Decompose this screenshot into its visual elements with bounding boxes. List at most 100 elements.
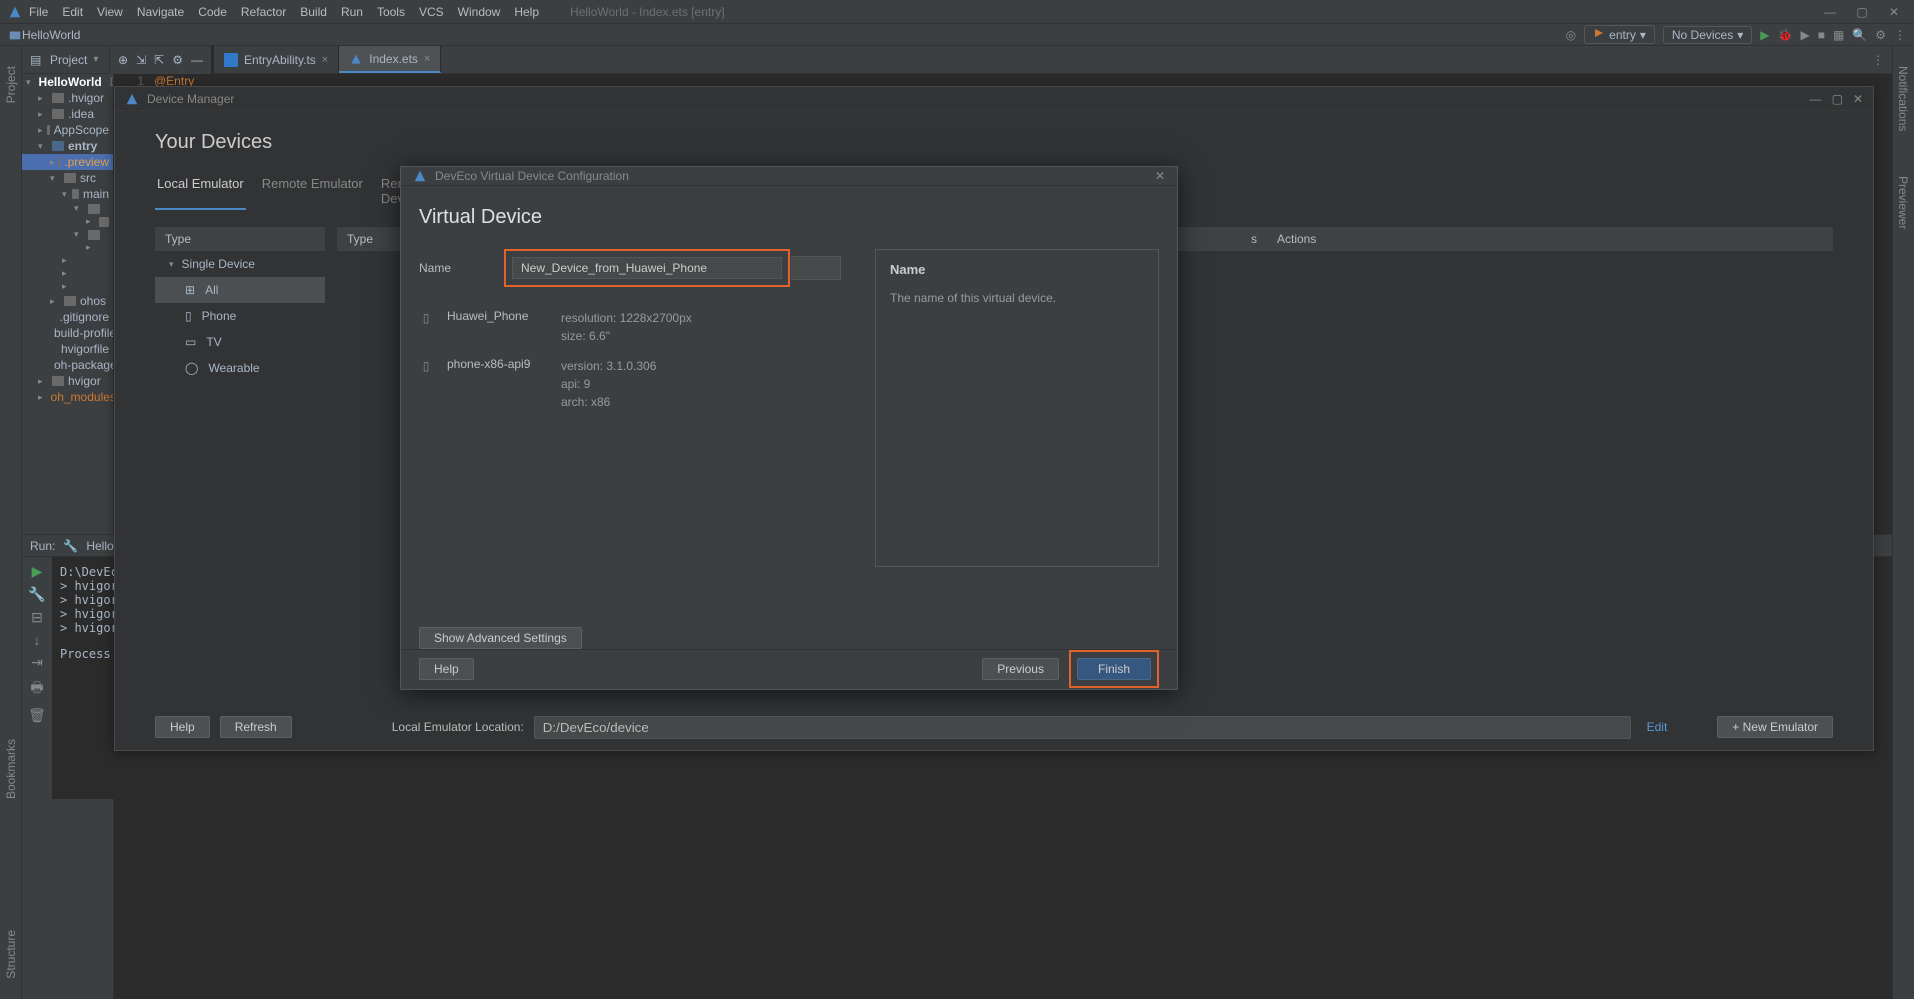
stop-icon[interactable]: 🔧 xyxy=(28,586,45,603)
tree-sub5[interactable]: ▸ xyxy=(22,254,113,267)
more-icon[interactable]: ⋮ xyxy=(1894,28,1906,42)
vdc-help-button[interactable]: Help xyxy=(419,658,474,680)
menu-view[interactable]: View xyxy=(90,5,130,19)
project-breadcrumb[interactable]: HelloWorld xyxy=(22,28,80,42)
tree-ohos[interactable]: ▸ohos xyxy=(22,293,113,309)
gutter-previewer[interactable]: Previewer xyxy=(1896,176,1910,229)
tree-appscope[interactable]: ▸AppScope xyxy=(22,122,113,138)
menu-vcs[interactable]: VCS xyxy=(412,5,451,19)
sync-icon[interactable]: ◎ xyxy=(1566,28,1576,42)
vdc-device-huawei[interactable]: Huawei_Phone resolution: 1228x2700px siz… xyxy=(419,303,855,351)
gutter-project[interactable]: Project xyxy=(4,66,18,103)
menu-tools[interactable]: Tools xyxy=(370,5,412,19)
wrap-icon[interactable]: ⇥ xyxy=(31,654,43,671)
tree-sub1[interactable]: ▾ xyxy=(22,202,113,215)
target-icon[interactable]: ⊕ xyxy=(118,53,128,67)
tree-sub7[interactable]: ▸ xyxy=(22,280,113,293)
menu-help[interactable]: Help xyxy=(507,5,546,19)
vdc-show-advanced-button[interactable]: Show Advanced Settings xyxy=(419,627,582,649)
debug-icon[interactable]: 🐞 xyxy=(1778,28,1793,42)
tabs-more-icon[interactable]: ⋮ xyxy=(1872,53,1884,67)
dm-item-all[interactable]: ⊞ All xyxy=(155,277,325,303)
tree-sub6[interactable]: ▸ xyxy=(22,267,113,280)
tree-ohmodules[interactable]: ▸oh_modules xyxy=(22,389,113,405)
dm-help-button[interactable]: Help xyxy=(155,716,210,738)
tree-main[interactable]: ▾main xyxy=(22,186,113,202)
tree-idea[interactable]: ▸.idea xyxy=(22,106,113,122)
gutter-structure[interactable]: Structure xyxy=(4,930,18,979)
tree-ohpackage[interactable]: oh-package xyxy=(22,357,113,373)
tree-entry[interactable]: ▾entry xyxy=(22,138,113,154)
tab-entry-ability[interactable]: EntryAbility.ts × xyxy=(214,46,339,73)
vdc-spec: version: 3.1.0.306 xyxy=(561,357,656,375)
menu-edit[interactable]: Edit xyxy=(55,5,90,19)
vdc-name-input[interactable] xyxy=(512,257,782,279)
dm-single-device[interactable]: ▾ Single Device xyxy=(155,251,325,277)
tree-root[interactable]: ▾HelloWorldD:\DevEco\workspace xyxy=(22,74,113,90)
dm-item-tv[interactable]: ▭ TV xyxy=(155,329,325,355)
chevron-down-icon: ▾ xyxy=(93,54,98,65)
menu-refactor[interactable]: Refactor xyxy=(234,5,293,19)
stop-icon[interactable]: ■ xyxy=(1818,28,1825,42)
tab-index[interactable]: Index.ets × xyxy=(339,46,441,73)
dm-item-wearable[interactable]: ◯ Wearable xyxy=(155,355,325,381)
tree-sub2[interactable]: ▸ xyxy=(22,215,113,228)
tree-preview[interactable]: ▸.preview xyxy=(22,154,113,170)
run-config-selector[interactable]: entry ▾ xyxy=(1584,25,1655,44)
device-selector[interactable]: No Devices ▾ xyxy=(1663,26,1752,44)
gear-icon[interactable]: ⚙ xyxy=(1875,28,1886,42)
rerun-icon[interactable]: ▶ xyxy=(32,563,43,580)
menu-build[interactable]: Build xyxy=(293,5,334,19)
vdc-device-x86[interactable]: phone-x86-api9 version: 3.1.0.306 api: 9… xyxy=(419,351,855,417)
dm-new-emulator-button[interactable]: + New Emulator xyxy=(1717,716,1833,738)
collapse-icon[interactable]: ⇱ xyxy=(154,53,164,67)
settings-icon[interactable]: ⊟ xyxy=(31,609,43,626)
print-icon[interactable]: 🖶 xyxy=(30,677,43,701)
scroll-icon[interactable]: ↓ xyxy=(34,632,41,648)
project-view-dropdown[interactable]: Project xyxy=(50,53,87,67)
dm-maximize-icon[interactable]: ▢ xyxy=(1832,92,1843,106)
dm-minimize-icon[interactable]: — xyxy=(1810,92,1822,106)
vdc-close-icon[interactable]: ✕ xyxy=(1155,169,1165,183)
dm-close-icon[interactable]: ✕ xyxy=(1853,92,1863,106)
window-maximize-icon[interactable]: ▢ xyxy=(1850,5,1874,19)
close-icon[interactable]: × xyxy=(322,54,328,66)
search-icon[interactable]: 🔍 xyxy=(1852,28,1867,42)
close-icon[interactable]: × xyxy=(424,53,430,65)
tree-gitignore[interactable]: .gitignore xyxy=(22,309,113,325)
dm-section-label: Single Device xyxy=(182,257,255,271)
deveco-icon xyxy=(413,169,427,183)
menu-run[interactable]: Run xyxy=(334,5,370,19)
tree-hvigor2[interactable]: ▸hvigor xyxy=(22,373,113,389)
trash-icon[interactable]: 🗑 xyxy=(28,707,46,724)
expand-icon[interactable]: ⇲ xyxy=(136,53,146,67)
menu-file[interactable]: File xyxy=(22,5,55,19)
tree-buildprofile[interactable]: build-profile xyxy=(22,325,113,341)
coverage-icon[interactable]: ▶ xyxy=(1800,28,1809,42)
tree-sub3[interactable]: ▾ xyxy=(22,228,113,241)
tree-hvigorfile[interactable]: hvigorfile xyxy=(22,341,113,357)
dm-refresh-button[interactable]: Refresh xyxy=(220,716,292,738)
dm-tab-remote[interactable]: Remote Emulator xyxy=(260,172,365,210)
gutter-notifications[interactable]: Notifications xyxy=(1896,66,1910,131)
dm-location-input[interactable] xyxy=(534,716,1631,739)
menu-window[interactable]: Window xyxy=(451,5,508,19)
menu-navigate[interactable]: Navigate xyxy=(130,5,191,19)
tool-icon[interactable]: ▦ xyxy=(1833,28,1844,42)
tree-src[interactable]: ▾src xyxy=(22,170,113,186)
hide-icon[interactable]: — xyxy=(191,53,203,67)
gear-icon[interactable]: ⚙ xyxy=(172,53,183,67)
dm-tab-local[interactable]: Local Emulator xyxy=(155,172,246,210)
tree-sub4[interactable]: ▸ xyxy=(22,241,113,254)
window-minimize-icon[interactable]: — xyxy=(1818,5,1842,19)
tab-label: EntryAbility.ts xyxy=(244,53,316,67)
tree-hvigor[interactable]: ▸.hvigor xyxy=(22,90,113,106)
vdc-finish-button[interactable]: Finish xyxy=(1077,658,1151,680)
gutter-bookmarks[interactable]: Bookmarks xyxy=(4,739,18,799)
dm-edit-link[interactable]: Edit xyxy=(1647,720,1668,734)
dm-item-phone[interactable]: ▯ Phone xyxy=(155,303,325,329)
window-close-icon[interactable]: ✕ xyxy=(1882,5,1906,19)
vdc-previous-button[interactable]: Previous xyxy=(982,658,1059,680)
menu-code[interactable]: Code xyxy=(191,5,234,19)
run-icon[interactable]: ▶ xyxy=(1760,28,1769,42)
